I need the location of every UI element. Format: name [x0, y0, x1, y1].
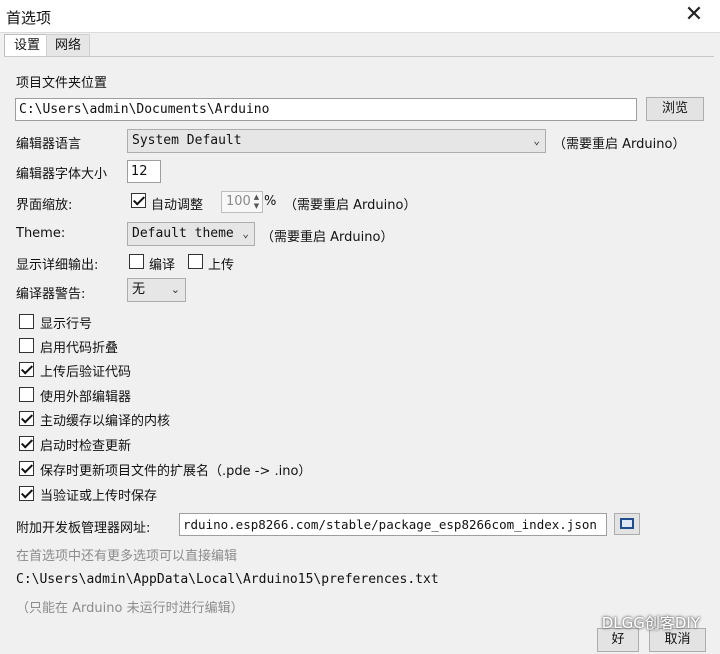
external-editor-checkbox[interactable] — [19, 387, 34, 402]
theme-select[interactable]: Default theme ⌄ — [127, 222, 255, 246]
boards-manager-url-input[interactable]: rduino.esp8266.com/stable/package_esp826… — [179, 513, 607, 536]
boards-manager-label: 附加开发板管理器网址: — [16, 521, 151, 536]
chevron-down-icon: ⌄ — [170, 283, 180, 296]
warnings-select[interactable]: 无 ⌄ — [127, 278, 186, 302]
editor-language-select[interactable]: System Default ⌄ — [127, 129, 546, 153]
sketchbook-path-input[interactable]: C:\Users\admin\Documents\Arduino — [15, 98, 637, 121]
option-label: 启动时检查更新 — [40, 439, 132, 454]
show-line-numbers-checkbox[interactable] — [19, 314, 34, 329]
option-label: 保存时更新项目文件的扩展名（.pde -> .ino） — [40, 464, 312, 479]
edit-urls-button[interactable] — [614, 513, 640, 535]
theme-note: （需要重启 Arduino） — [261, 230, 394, 245]
option-label: 显示行号 — [40, 317, 93, 332]
window-title: 首选项 — [6, 9, 52, 27]
code-folding-checkbox[interactable] — [19, 338, 34, 353]
warnings-value: 无 — [132, 282, 146, 297]
scale-value: 100 — [226, 194, 251, 209]
auto-scale-checkbox[interactable] — [131, 193, 146, 208]
more-preferences-note: 在首选项中还有更多选项可以直接编辑 — [16, 549, 238, 564]
cache-core-checkbox[interactable] — [19, 411, 34, 426]
browse-button[interactable]: 浏览 — [646, 97, 704, 121]
option-label: 使用外部编辑器 — [40, 390, 132, 405]
close-icon[interactable]: ✕ — [682, 2, 706, 28]
font-size-input[interactable]: 12 — [127, 160, 161, 183]
scale-spinner[interactable]: 100 ▲ ▼ — [221, 191, 263, 213]
theme-label: Theme: — [16, 226, 66, 241]
verbose-compile-label: 编译 — [149, 258, 176, 273]
chevron-down-icon: ⌄ — [533, 134, 540, 147]
window-list-icon — [620, 518, 634, 529]
scale-note: （需要重启 Arduino） — [284, 198, 417, 213]
verbose-upload-checkbox[interactable] — [188, 254, 203, 269]
editor-language-value: System Default — [132, 133, 242, 148]
tab-network[interactable]: 网络 — [46, 34, 90, 56]
sketchbook-label: 项目文件夹位置 — [16, 76, 108, 91]
watermark-text: DLGG创客DIY — [601, 614, 700, 632]
verify-upload-checkbox[interactable] — [19, 362, 34, 377]
option-label: 启用代码折叠 — [40, 341, 119, 356]
scale-label: 界面缩放: — [16, 198, 73, 213]
editor-language-label: 编辑器语言 — [16, 137, 82, 152]
edit-only-when-closed-note: （只能在 Arduino 未运行时进行编辑） — [16, 601, 244, 616]
editor-language-note: （需要重启 Arduino） — [553, 137, 686, 152]
save-on-verify-checkbox[interactable] — [19, 486, 34, 501]
theme-value: Default theme — [132, 226, 234, 241]
verbose-upload-label: 上传 — [208, 258, 235, 273]
verbose-compile-checkbox[interactable] — [129, 254, 144, 269]
chevron-down-icon: ⌄ — [242, 227, 249, 240]
auto-scale-label: 自动调整 — [151, 198, 204, 213]
check-updates-checkbox[interactable] — [19, 436, 34, 451]
verbose-label: 显示详细输出: — [16, 258, 99, 273]
scale-unit: % — [264, 194, 277, 209]
spinner-arrows-icon[interactable]: ▲ ▼ — [252, 193, 261, 211]
update-extension-checkbox[interactable] — [19, 461, 34, 476]
tab-settings[interactable]: 设置 — [4, 34, 50, 57]
title-bar: 首选项 ✕ — [0, 0, 720, 33]
option-label: 主动缓存以编译的内核 — [40, 414, 171, 429]
warnings-label: 编译器警告: — [16, 287, 86, 302]
font-size-label: 编辑器字体大小 — [16, 167, 108, 182]
preferences-file-path[interactable]: C:\Users\admin\AppData\Local\Arduino15\p… — [16, 572, 439, 587]
option-label: 当验证或上传时保存 — [40, 489, 158, 504]
option-label: 上传后验证代码 — [40, 365, 132, 380]
